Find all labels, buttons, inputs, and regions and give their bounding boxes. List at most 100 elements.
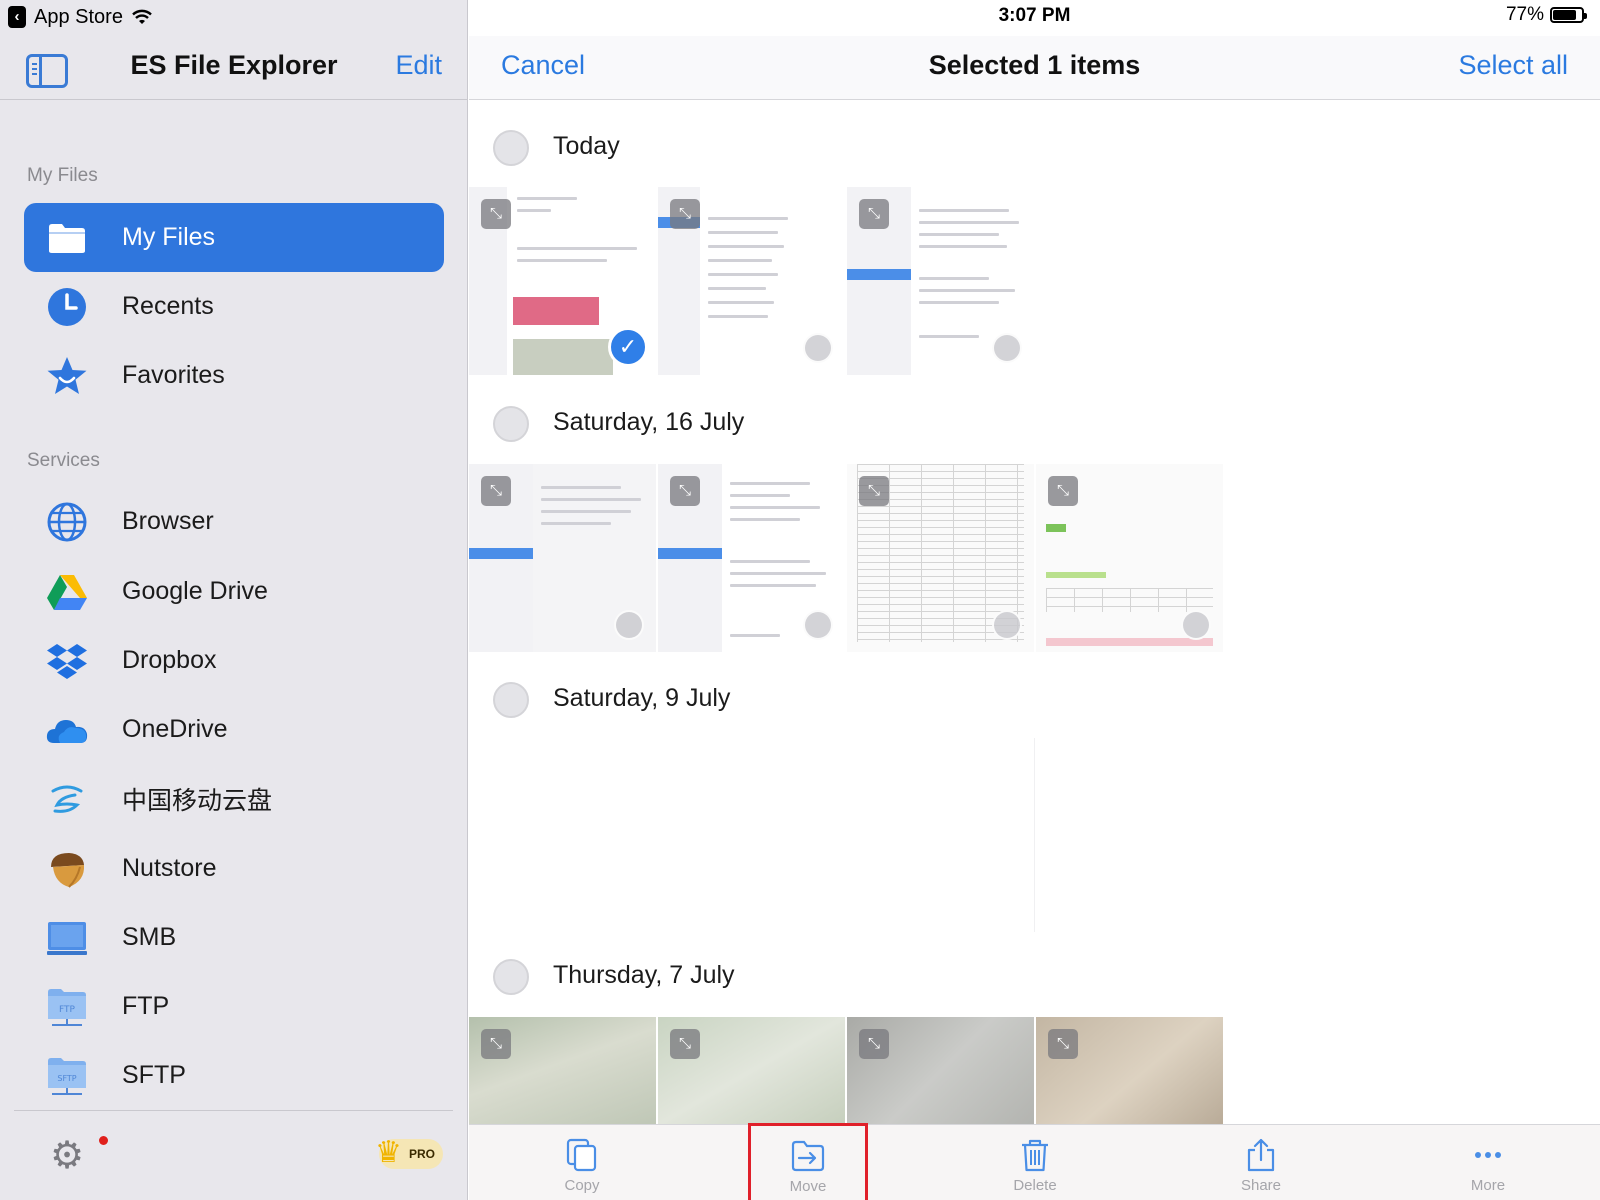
photo-thumbnail-blank[interactable] (469, 738, 1035, 932)
sidebar-item-label: FTP (122, 992, 170, 1020)
sidebar-item-browser[interactable]: Browser (24, 487, 444, 556)
sidebar-item-recents[interactable]: Recents (24, 272, 444, 341)
sidebar-item-label: Browser (122, 507, 214, 535)
battery-percent: 77% (1505, 4, 1544, 25)
sidebar-item-dropbox[interactable]: Dropbox (24, 626, 444, 695)
photo-thumbnail[interactable]: ⤡ (1036, 1017, 1224, 1125)
expand-icon[interactable]: ⤡ (1048, 1029, 1078, 1059)
expand-icon[interactable]: ⤡ (859, 476, 889, 506)
sidebar-item-label: SMB (122, 923, 177, 951)
group-title: Saturday, 16 July (553, 408, 745, 436)
share-label: Share (1240, 1177, 1282, 1194)
edit-button[interactable]: Edit (395, 50, 442, 81)
sidebar-item-sftp[interactable]: SFTP SFTP (24, 1041, 444, 1110)
pro-upgrade-button[interactable]: ♛ PRO (375, 1136, 443, 1169)
sidebar-footer: ⚙ ♛ PRO (14, 1110, 453, 1200)
select-circle[interactable] (803, 333, 833, 363)
expand-icon[interactable]: ⤡ (1048, 476, 1078, 506)
main-panel: 3:07 PM 77% Cancel Selected 1 items Sele… (469, 0, 1600, 1200)
move-button[interactable]: Move (748, 1123, 868, 1200)
photo-thumbnail[interactable]: ⤡ (658, 1017, 846, 1125)
back-app-label: App Store (34, 5, 123, 28)
expand-icon[interactable]: ⤡ (859, 1029, 889, 1059)
sidebar-item-ftp[interactable]: FTP FTP (24, 972, 444, 1041)
sidebar-item-china-mobile-cloud[interactable]: 中国移动云盘 (24, 764, 444, 833)
photo-thumbnail[interactable]: ⤡ ✓ (469, 187, 657, 375)
sidebar-item-smb[interactable]: SMB (24, 903, 444, 972)
checkmark-icon[interactable]: ✓ (608, 327, 648, 367)
sidebar-header: ES File Explorer Edit (0, 36, 468, 100)
select-circle[interactable] (614, 610, 644, 640)
group-select-radio[interactable] (493, 959, 529, 995)
nutstore-icon (46, 848, 88, 890)
sidebar-item-google-drive[interactable]: Google Drive (24, 557, 444, 626)
share-button[interactable]: Share (1201, 1125, 1321, 1200)
ftp-folder-icon: FTP (46, 986, 88, 1028)
group-title: Thursday, 7 July (553, 961, 735, 989)
sidebar-item-my-files[interactable]: My Files (24, 203, 444, 272)
sidebar-item-label: OneDrive (122, 715, 228, 743)
bottom-toolbar: Copy Move Delete Share More (469, 1123, 1600, 1200)
photo-thumbnail[interactable]: ⤡ (1036, 464, 1224, 652)
share-icon (1247, 1138, 1275, 1172)
group-select-radio[interactable] (493, 406, 529, 442)
date-group-header: Saturday, 16 July (469, 392, 1600, 452)
crown-icon: ♛ (375, 1136, 402, 1169)
sidebar-item-label: 中国移动云盘 (122, 786, 273, 815)
status-back-to-app[interactable]: ‹ App Store (8, 4, 153, 30)
smb-icon (46, 917, 88, 959)
folder-icon (46, 217, 88, 259)
notification-dot (99, 1136, 108, 1145)
expand-icon[interactable]: ⤡ (481, 1029, 511, 1059)
main-header: Cancel Selected 1 items Select all (469, 36, 1600, 100)
sidebar-item-onedrive[interactable]: OneDrive (24, 695, 444, 764)
expand-icon[interactable]: ⤡ (670, 476, 700, 506)
clock-icon (46, 286, 88, 328)
select-all-button[interactable]: Select all (1458, 50, 1568, 81)
ellipsis-icon (1475, 1152, 1501, 1158)
china-mobile-cloud-icon (46, 778, 88, 820)
sftp-folder-icon: SFTP (46, 1055, 88, 1097)
select-circle[interactable] (803, 610, 833, 640)
google-drive-icon (46, 571, 88, 613)
delete-button[interactable]: Delete (975, 1125, 1095, 1200)
move-label: Move (789, 1178, 827, 1195)
settings-gear-icon[interactable]: ⚙ (50, 1133, 84, 1178)
expand-icon[interactable]: ⤡ (481, 476, 511, 506)
expand-icon[interactable]: ⤡ (670, 199, 700, 229)
wifi-icon (132, 9, 152, 24)
expand-icon[interactable]: ⤡ (481, 199, 511, 229)
back-chevron-icon: ‹ (8, 6, 26, 28)
select-circle[interactable] (992, 333, 1022, 363)
photo-thumbnail[interactable]: ⤡ (469, 464, 657, 652)
select-circle[interactable] (992, 610, 1022, 640)
more-button[interactable]: More (1428, 1125, 1548, 1200)
photo-thumbnail[interactable]: ⤡ (469, 1017, 657, 1125)
sidebar-item-label: Nutstore (122, 854, 217, 882)
photo-thumbnail[interactable]: ⤡ (847, 464, 1035, 652)
copy-icon (566, 1138, 597, 1172)
sidebar-item-label: Dropbox (122, 646, 217, 674)
selection-title: Selected 1 items (928, 50, 1141, 80)
group-select-radio[interactable] (493, 682, 529, 718)
svg-text:SFTP: SFTP (57, 1074, 76, 1083)
photo-thumbnail[interactable]: ⤡ (847, 187, 1035, 375)
copy-button[interactable]: Copy (522, 1125, 642, 1200)
expand-icon[interactable]: ⤡ (859, 199, 889, 229)
select-circle[interactable] (1181, 610, 1211, 640)
section-label-my-files: My Files (27, 165, 98, 186)
photo-thumbnail[interactable]: ⤡ (658, 187, 846, 375)
delete-label: Delete (1013, 1177, 1057, 1194)
more-label: More (1470, 1177, 1506, 1194)
sidebar-item-nutstore[interactable]: Nutstore (24, 834, 444, 903)
expand-icon[interactable]: ⤡ (670, 1029, 700, 1059)
photo-thumbnail[interactable]: ⤡ (658, 464, 846, 652)
date-group-header: Thursday, 7 July (469, 945, 1600, 1005)
group-select-radio[interactable] (493, 130, 529, 166)
photo-thumbnail[interactable]: ⤡ (847, 1017, 1035, 1125)
sidebar-item-favorites[interactable]: Favorites (24, 341, 444, 410)
copy-label: Copy (564, 1177, 600, 1194)
pro-label: PRO (408, 1147, 435, 1161)
sidebar-item-label: SFTP (122, 1061, 186, 1089)
sidebar-item-label: Google Drive (122, 577, 268, 605)
